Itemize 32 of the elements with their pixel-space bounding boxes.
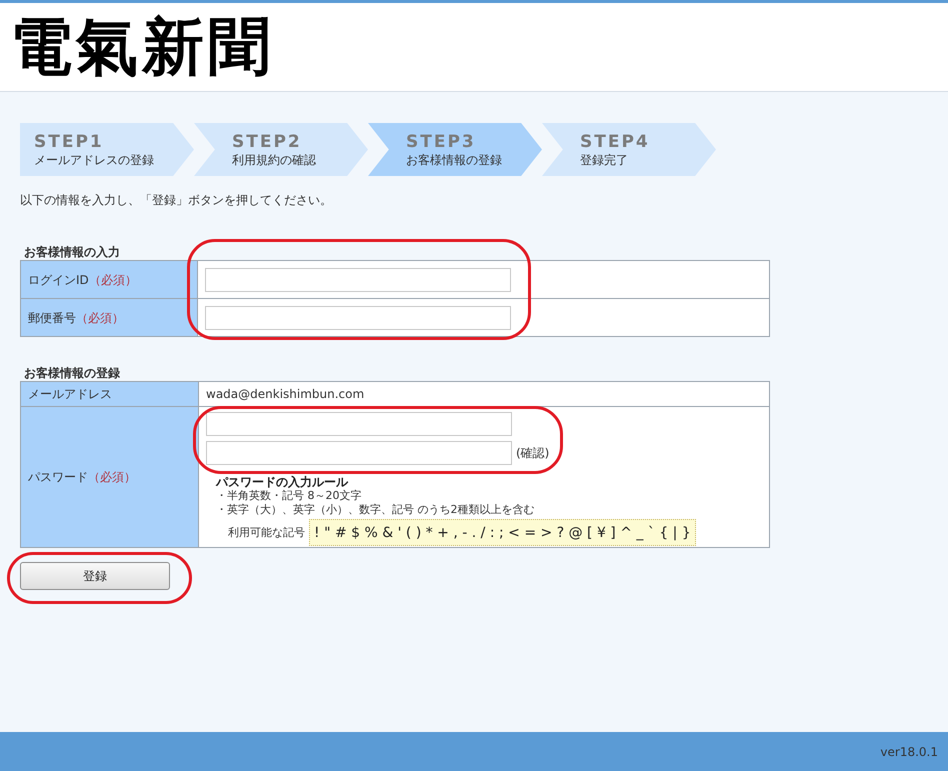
confirm-label: (確認) <box>516 445 550 462</box>
step-number: STEP3 <box>406 132 477 152</box>
version-text: ver18.0.1 <box>880 744 938 760</box>
step-number: STEP4 <box>580 132 651 152</box>
rule-text: ・半角英数・記号 8～20文字 <box>216 489 362 503</box>
password-confirm-field[interactable] <box>206 441 512 465</box>
rule-text: ・英字（大）、英字（小）、数字、記号 のうち2種類以上を含む <box>216 503 536 517</box>
register-button[interactable]: 登録 <box>20 562 170 590</box>
field-label: パスワード（必須） <box>20 406 198 548</box>
section-heading: お客様情報の入力 <box>24 244 121 260</box>
text-field[interactable] <box>205 306 511 330</box>
step-label: 登録完了 <box>580 152 629 168</box>
symbols-label: 利用可能な記号 <box>228 526 305 540</box>
field-label: メールアドレス <box>20 382 198 406</box>
step-label: 利用規約の確認 <box>232 152 317 168</box>
section-heading: お客様情報の登録 <box>24 365 121 381</box>
step-number: STEP1 <box>34 132 105 152</box>
step-label: メールアドレスの登録 <box>34 152 155 168</box>
instruction-text: 以下の情報を入力し、「登録」ボタンを押してください。 <box>20 192 333 208</box>
required-mark: （必須） <box>76 310 124 324</box>
step-label: お客様情報の登録 <box>406 152 503 168</box>
field-label: 郵便番号（必須） <box>20 298 198 336</box>
field-label: ログインID（必須） <box>20 260 198 298</box>
required-mark: （必須） <box>88 272 137 286</box>
text-field[interactable] <box>205 268 511 292</box>
email-value: wada@denkishimbun.com <box>198 382 770 406</box>
logo: 電氣新聞 <box>10 12 274 82</box>
password-field[interactable] <box>206 412 512 436</box>
step-number: STEP2 <box>232 132 303 152</box>
rules-title: パスワードの入力ルール <box>216 475 350 489</box>
required-mark: （必須） <box>88 470 136 484</box>
symbols-list: ! " # $ % & ' ( ) * + , - . / : ; < = > ? @ [ ¥ ] ^ _ ` { | } <box>309 519 696 546</box>
